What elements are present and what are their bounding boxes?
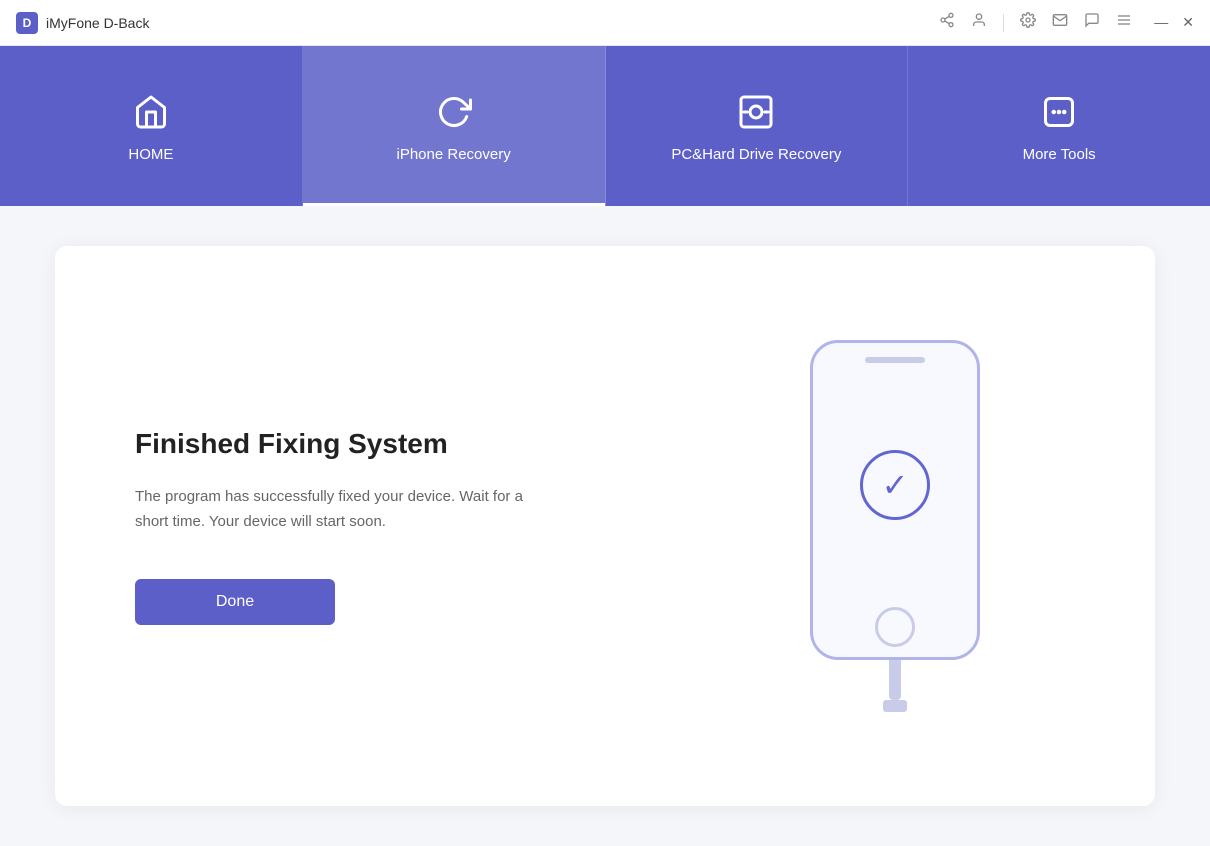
- phone-plug: [883, 700, 907, 712]
- nav-home[interactable]: HOME: [0, 46, 303, 206]
- nav-iphone-recovery[interactable]: iPhone Recovery: [303, 46, 606, 206]
- separator: [1003, 14, 1004, 32]
- nav-pc-recovery-label: PC&Hard Drive Recovery: [671, 146, 841, 163]
- titlebar: D iMyFone D-Back: [0, 0, 1210, 46]
- app-title: iMyFone D-Back: [46, 15, 149, 31]
- phone-cable: [889, 660, 901, 700]
- phone-screen: ✓: [813, 363, 977, 607]
- main-content: Finished Fixing System The program has s…: [0, 206, 1210, 846]
- mail-icon[interactable]: [1052, 12, 1068, 33]
- content-card: Finished Fixing System The program has s…: [55, 246, 1155, 806]
- checkmark-icon: ✓: [882, 469, 909, 501]
- nav-iphone-recovery-label: iPhone Recovery: [397, 146, 511, 163]
- chat-icon[interactable]: [1084, 12, 1100, 33]
- home-icon: [129, 90, 173, 134]
- menu-icon[interactable]: [1116, 12, 1132, 33]
- content-left: Finished Fixing System The program has s…: [135, 428, 715, 625]
- nav-pc-recovery[interactable]: PC&Hard Drive Recovery: [606, 46, 909, 206]
- done-button[interactable]: Done: [135, 579, 335, 625]
- nav-more-tools[interactable]: More Tools: [908, 46, 1210, 206]
- nav-home-label: HOME: [128, 146, 173, 163]
- phone-home-button: [875, 607, 915, 647]
- dots-icon: [1037, 90, 1081, 134]
- navbar: HOME iPhone Recovery PC&Hard Drive Recov…: [0, 46, 1210, 206]
- page-title: Finished Fixing System: [135, 428, 715, 460]
- content-right: ✓: [715, 340, 1075, 712]
- minimize-button[interactable]: —: [1154, 14, 1168, 31]
- user-icon[interactable]: [971, 12, 987, 33]
- window-controls: — ✕: [1154, 14, 1194, 31]
- settings-icon[interactable]: [1020, 12, 1036, 33]
- phone-illustration: ✓: [810, 340, 980, 712]
- close-button[interactable]: ✕: [1182, 14, 1194, 31]
- harddrive-icon: [734, 90, 778, 134]
- titlebar-actions: — ✕: [939, 12, 1194, 33]
- phone-body: ✓: [810, 340, 980, 660]
- share-icon[interactable]: [939, 12, 955, 33]
- app-logo: D: [16, 12, 38, 34]
- nav-more-tools-label: More Tools: [1023, 146, 1096, 163]
- refresh-icon: [432, 90, 476, 134]
- check-circle: ✓: [860, 450, 930, 520]
- page-description: The program has successfully fixed your …: [135, 484, 555, 535]
